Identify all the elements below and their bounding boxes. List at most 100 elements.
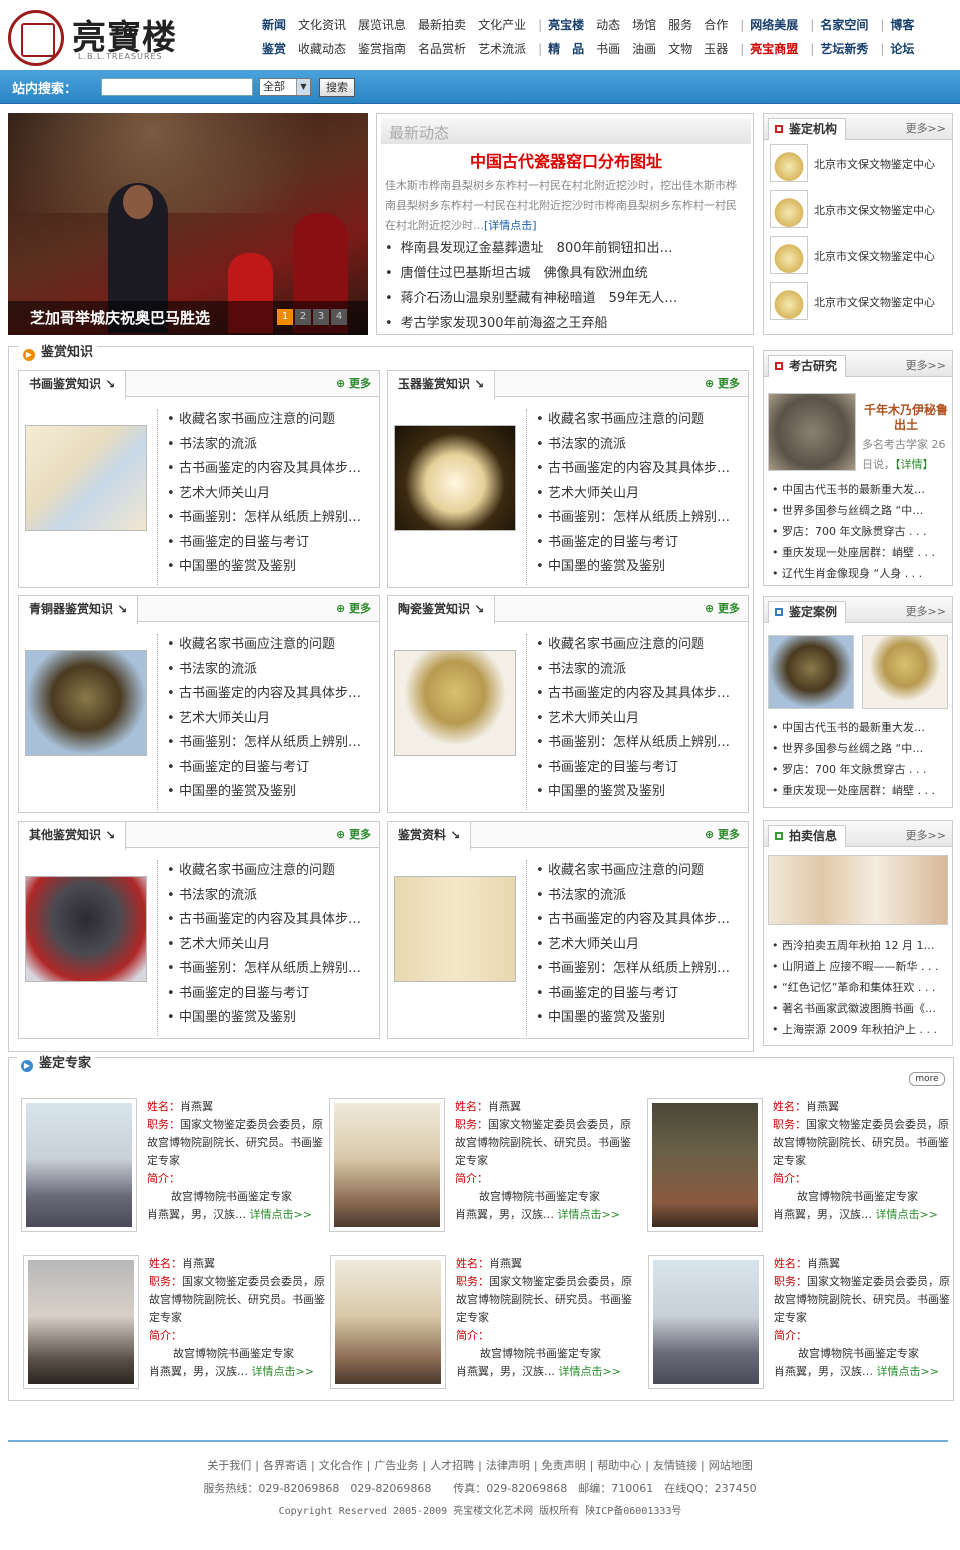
nav-collect[interactable]: 收藏动态	[298, 40, 346, 57]
list-item[interactable]: 收藏名家书画应注意的问题	[167, 633, 377, 658]
more-link[interactable]: 更多>>	[906, 827, 946, 843]
nav-cooperation[interactable]: 合作	[704, 16, 728, 33]
panel-tab[interactable]: 拍卖信息	[768, 825, 847, 847]
list-item[interactable]: 收藏名家书画应注意的问题	[167, 408, 377, 433]
news-item[interactable]: 唐僧住过巴基斯坦古城 佛像具有欧洲血统	[385, 261, 747, 286]
auction-image[interactable]	[768, 855, 948, 925]
expert-detail-link[interactable]: 详情点击>>	[250, 1208, 312, 1221]
list-item[interactable]: “红色记忆”革命和集体狂欢 . . .	[772, 977, 948, 998]
expert-photo[interactable]	[330, 1255, 446, 1389]
list-item[interactable]: 重庆发现一处座居群：峭壁 . . .	[772, 780, 948, 801]
list-item[interactable]: 艺术大师关山月	[536, 933, 746, 958]
box-image[interactable]	[394, 425, 516, 531]
footer-link[interactable]: 免责声明	[542, 1459, 586, 1472]
panel-tab[interactable]: 考古研究	[768, 355, 847, 377]
nav-masters[interactable]: 名家空间	[820, 16, 868, 33]
footer-link[interactable]: 广告业务	[374, 1459, 418, 1472]
footer-link[interactable]: 关于我们	[207, 1459, 251, 1472]
nav-industry[interactable]: 文化产业	[478, 16, 526, 33]
footer-link[interactable]: 人才招聘	[430, 1459, 474, 1472]
list-item[interactable]: 书画鉴别：怎样从纸质上辨别…	[536, 731, 746, 756]
more-link[interactable]: ⊕ 更多	[336, 600, 371, 616]
list-item[interactable]: 古书画鉴定的内容及其具体步…	[536, 682, 746, 707]
nav-service[interactable]: 服务	[668, 16, 692, 33]
hero-page-2[interactable]: 2	[295, 309, 311, 325]
expert-detail-link[interactable]: 详情点击>>	[876, 1208, 938, 1221]
more-link[interactable]: ⊕ 更多	[705, 600, 740, 616]
box-image[interactable]	[394, 876, 516, 982]
nav-jade[interactable]: 玉器	[704, 40, 728, 57]
more-link[interactable]: 更多>>	[906, 603, 946, 619]
list-item[interactable]: 书画鉴定的目鉴与考订	[536, 531, 746, 556]
box-tab[interactable]: 其他鉴赏知识 ↘	[19, 822, 127, 850]
org-item[interactable]: 北京市文保文物鉴定中心	[764, 278, 952, 324]
list-item[interactable]: 收藏名家书画应注意的问题	[536, 633, 746, 658]
nav-culture-info[interactable]: 文化资讯	[298, 16, 346, 33]
list-item[interactable]: 中国古代玉书的最新重大发…	[772, 717, 948, 738]
box-tab[interactable]: 书画鉴赏知识 ↘	[19, 371, 127, 399]
list-item[interactable]: 古书画鉴定的内容及其具体步…	[167, 682, 377, 707]
nav-dynamic[interactable]: 动态	[596, 16, 620, 33]
site-logo[interactable]: 亮寶楼 L.B.L.TREASURES	[6, 8, 181, 66]
feature-image[interactable]	[768, 393, 856, 471]
list-item[interactable]: 古书画鉴定的内容及其具体步…	[167, 908, 377, 933]
search-button[interactable]: 搜索	[319, 78, 355, 97]
list-item[interactable]: 古书画鉴定的内容及其具体步…	[167, 457, 377, 482]
list-item[interactable]: 古书画鉴定的内容及其具体步…	[536, 457, 746, 482]
search-input[interactable]	[101, 78, 253, 96]
nav-appreciation[interactable]: 鉴赏	[262, 40, 286, 57]
list-item[interactable]: 古书画鉴定的内容及其具体步…	[536, 908, 746, 933]
nav-boutique[interactable]: 精 品	[548, 40, 584, 57]
list-item[interactable]: 书画鉴别：怎样从纸质上辨别…	[536, 506, 746, 531]
more-link[interactable]: ⊕ 更多	[705, 826, 740, 842]
list-item[interactable]: 收藏名家书画应注意的问题	[536, 859, 746, 884]
list-item[interactable]: 艺术大师关山月	[167, 933, 377, 958]
search-scope-select[interactable]: 全部 ▼	[259, 78, 311, 96]
list-item[interactable]: 书法家的流派	[536, 658, 746, 683]
nav-online-exhibit[interactable]: 网络美展	[750, 16, 798, 33]
list-item[interactable]: 收藏名家书画应注意的问题	[536, 408, 746, 433]
list-item[interactable]: 山阴道上 应接不暇——新华 . . .	[772, 956, 948, 977]
box-tab[interactable]: 陶瓷鉴赏知识 ↘	[388, 596, 496, 624]
more-link[interactable]: ⊕ 更多	[336, 826, 371, 842]
list-item[interactable]: 世界多国参与丝绸之路 “中…	[772, 500, 948, 521]
list-item[interactable]: 书画鉴别：怎样从纸质上辨别…	[167, 957, 377, 982]
list-item[interactable]: 著名书画家武徽波图腾书画《…	[772, 998, 948, 1019]
list-item[interactable]: 书法家的流派	[167, 884, 377, 909]
hero-slideshow[interactable]: 芝加哥举城庆祝奥巴马胜选 1234	[8, 113, 368, 335]
news-headline[interactable]: 中国古代瓷器窑口分布图址	[377, 148, 755, 172]
list-item[interactable]: 书画鉴定的目鉴与考订	[536, 756, 746, 781]
footer-link[interactable]: 网站地图	[709, 1459, 753, 1472]
list-item[interactable]: 书画鉴定的目鉴与考订	[167, 531, 377, 556]
footer-link[interactable]: 帮助中心	[597, 1459, 641, 1472]
list-item[interactable]: 书画鉴定的目鉴与考订	[167, 982, 377, 1007]
nav-news[interactable]: 新闻	[262, 16, 286, 33]
hero-page-3[interactable]: 3	[313, 309, 329, 325]
box-tab[interactable]: 玉器鉴赏知识 ↘	[388, 371, 496, 399]
list-item[interactable]: 辽代生肖金像现身 “人身 . . .	[772, 563, 948, 584]
more-link[interactable]: ⊕ 更多	[336, 375, 371, 391]
panel-tab[interactable]: 鉴定案例	[768, 601, 847, 623]
list-item[interactable]: 书画鉴定的目鉴与考订	[167, 756, 377, 781]
expert-detail-link[interactable]: 详情点击>>	[877, 1365, 939, 1378]
nav-schools[interactable]: 艺术流派	[478, 40, 526, 57]
org-item[interactable]: 北京市文保文物鉴定中心	[764, 232, 952, 278]
expert-detail-link[interactable]: 详情点击>>	[558, 1208, 620, 1221]
list-item[interactable]: 书画鉴别：怎样从纸质上辨别…	[167, 506, 377, 531]
org-item[interactable]: 北京市文保文物鉴定中心	[764, 186, 952, 232]
list-item[interactable]: 中国墨的鉴赏及鉴别	[536, 1006, 746, 1031]
box-image[interactable]	[25, 650, 147, 756]
news-item[interactable]: 考古学家发现300年前海盗之王弃船	[385, 311, 747, 336]
nav-forum[interactable]: 论坛	[890, 40, 914, 57]
nav-alliance[interactable]: 亮宝商盟	[750, 40, 798, 57]
more-link[interactable]: 更多>>	[906, 120, 946, 136]
list-item[interactable]: 书画鉴定的目鉴与考订	[536, 982, 746, 1007]
feature-title[interactable]: 千年木乃伊秘鲁出土	[864, 403, 948, 433]
list-item[interactable]: 罗店：700 年文脉贯穿古 . . .	[772, 759, 948, 780]
list-item[interactable]: 中国古代玉书的最新重大发…	[772, 479, 948, 500]
org-item[interactable]: 北京市文保文物鉴定中心	[764, 140, 952, 186]
list-item[interactable]: 重庆发现一处座居群：峭壁 . . .	[772, 542, 948, 563]
expert-photo[interactable]	[329, 1098, 445, 1232]
nav-lbl[interactable]: 亮宝楼	[548, 16, 584, 33]
list-item[interactable]: 艺术大师关山月	[536, 707, 746, 732]
